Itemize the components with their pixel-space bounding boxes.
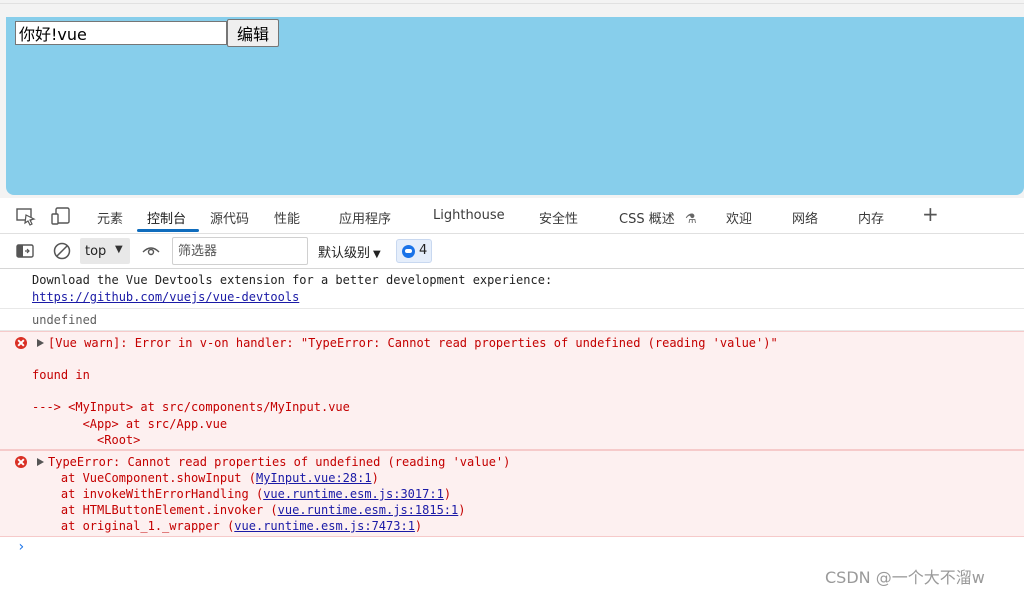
context-label: top [85,244,107,259]
error-icon [15,337,27,349]
tab-performance[interactable]: 性能 [274,208,300,227]
issues-count: 4 [419,243,428,258]
issues-icon [402,245,415,258]
console-messages: Download the Vue Devtools extension for … [0,269,1024,593]
stack-frame-prefix: at original_1._wrapper ( [32,519,235,533]
log-levels-dropdown[interactable]: 默认级别 ▼ [318,242,381,261]
active-tab-indicator [137,229,199,232]
tab-elements[interactable]: 元素 [97,208,123,227]
source-link[interactable]: vue.runtime.esm.js:3017:1 [263,487,444,501]
vue-devtools-link[interactable]: https://github.com/vuejs/vue-devtools [32,290,299,304]
tab-sources[interactable]: 源代码 [210,208,249,227]
issues-counter-button[interactable]: 4 [396,239,432,263]
console-toolbar: top ▼ 默认级别▼ 4 [0,234,1024,269]
error-line: <App> at src/App.vue [32,417,228,431]
context-selector[interactable]: top ▼ [80,238,130,264]
console-info-message: Download the Vue Devtools extension for … [0,269,1024,309]
chevron-down-icon: ▼ [115,244,123,255]
tab-security[interactable]: 安全性 [539,208,578,227]
stack-frame-suffix: ) [443,487,452,501]
info-link-line: https://github.com/vuejs/vue-devtools [32,289,299,305]
expand-triangle-icon[interactable] [37,458,44,466]
tab-lighthouse[interactable]: Lighthouse [433,208,505,223]
watermark: CSDN @一个大不溜w [825,568,985,587]
stack-frame-suffix: ) [458,503,466,517]
stack-frame-prefix: at HTMLButtonElement.invoker ( [32,503,278,517]
devtools-tab-bar: 元素 控制台 源代码 性能 应用程序 Lighthouse 安全性 CSS 概述… [0,198,1024,234]
error-line: ---> <MyInput> at src/components/MyInput… [32,400,350,414]
tab-memory[interactable]: 内存 [858,208,884,227]
page-viewport: 编辑 [0,0,1024,198]
edit-button[interactable]: 编辑 [227,19,279,47]
tab-application[interactable]: 应用程序 [339,208,391,227]
tab-css-overview-label: CSS 概述 [619,212,675,227]
error-line: found in [32,368,90,382]
source-link[interactable]: MyInput.vue:28:1 [256,471,372,485]
stack-frame-suffix: ) [371,471,379,485]
stack-frame: at HTMLButtonElement.invoker (vue.runtim… [32,502,466,518]
tab-network[interactable]: 网络 [792,208,818,227]
inspect-element-icon[interactable] [15,206,37,226]
stack-frame: at original_1._wrapper (vue.runtime.esm.… [32,518,422,534]
error-line: TypeError: Cannot read properties of und… [48,455,511,469]
experiment-flask-icon: ⚗ [684,212,697,227]
prompt-chevron-icon: › [17,539,26,555]
console-error-message: [Vue warn]: Error in v-on handler: "Type… [0,331,1024,450]
error-icon [15,456,27,468]
viewport-top-edge [0,0,1024,4]
expand-triangle-icon[interactable] [37,339,44,347]
tab-css-overview[interactable]: CSS 概述 ⚗ [619,208,697,227]
error-line: [Vue warn]: Error in v-on handler: "Type… [48,336,778,350]
result-text: undefined [32,313,98,327]
page-content-area: 编辑 [6,17,1024,195]
add-tab-button[interactable]: + [922,202,939,226]
stack-frame-prefix: at invokeWithErrorHandling ( [32,487,264,501]
text-input[interactable] [15,21,227,45]
log-levels-label: 默认级别 [318,246,371,261]
console-result-message: undefined [0,309,1024,331]
chevron-down-icon: ▼ [373,249,381,260]
source-link[interactable]: vue.runtime.esm.js:7473:1 [234,519,415,533]
sidebar-toggle-icon[interactable] [15,241,35,261]
clear-console-icon[interactable] [52,241,72,261]
source-link[interactable]: vue.runtime.esm.js:1815:1 [278,503,459,517]
error-line: <Root> [32,433,141,447]
device-toolbar-icon[interactable] [50,206,72,226]
filter-input[interactable] [172,237,308,265]
console-prompt[interactable]: › [0,537,1024,557]
console-error-message: TypeError: Cannot read properties of und… [0,450,1024,537]
live-expression-eye-icon[interactable] [141,241,161,261]
stack-frame: at VueComponent.showInput (MyInput.vue:2… [32,470,379,486]
stack-frame-suffix: ) [414,519,423,533]
stack-frame: at invokeWithErrorHandling (vue.runtime.… [32,486,451,502]
info-text: Download the Vue Devtools extension for … [32,273,553,287]
stack-frame-prefix: at VueComponent.showInput ( [32,471,256,485]
tab-welcome[interactable]: 欢迎 [726,208,752,227]
tab-console[interactable]: 控制台 [147,208,186,227]
